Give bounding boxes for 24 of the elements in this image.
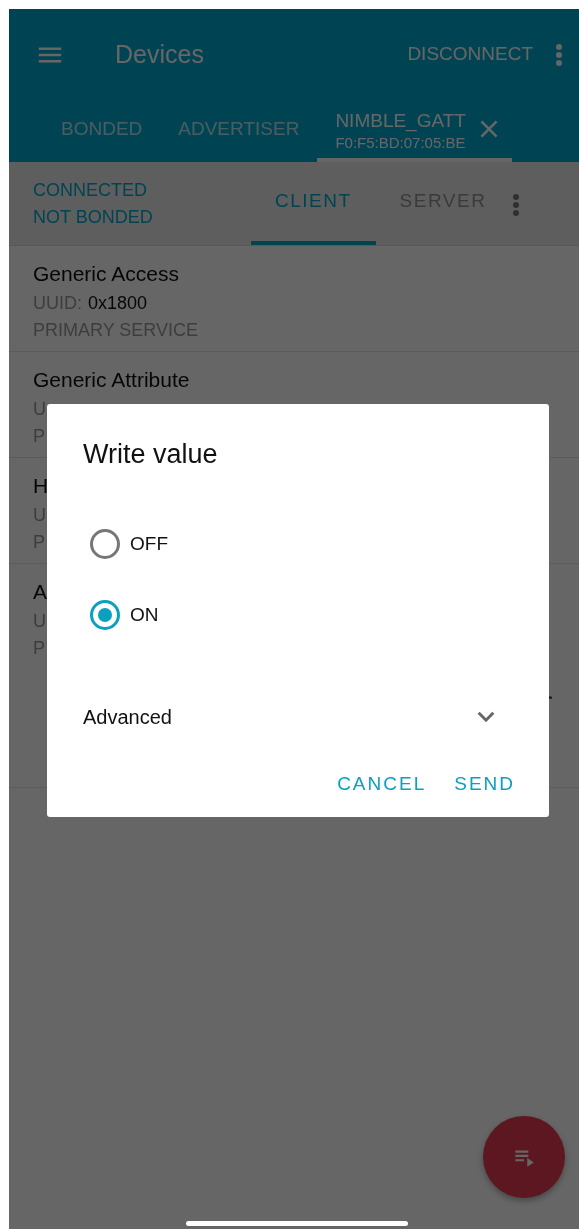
device-tab[interactable]: BONDED <box>43 100 161 162</box>
option-label: ON <box>130 602 159 627</box>
role-tab[interactable]: CLIENT <box>251 162 376 245</box>
device-tab[interactable]: ADVERTISER <box>160 100 318 162</box>
send-button[interactable]: SEND <box>454 765 515 802</box>
dialog-title: Write value <box>83 438 219 471</box>
app-title: Devices <box>115 38 205 70</box>
uuid-value: 0x1800 <box>88 291 148 315</box>
service-name: Generic Attribute <box>33 367 190 393</box>
radio-option[interactable]: ON <box>90 579 159 651</box>
option-label: OFF <box>130 531 168 556</box>
service-name: H <box>33 473 49 499</box>
radio-button[interactable] <box>90 529 120 559</box>
service-name: Generic Access <box>33 261 179 287</box>
radio-button[interactable] <box>90 600 120 630</box>
radio-option[interactable]: OFF <box>90 508 168 580</box>
playlist-button[interactable] <box>483 1116 565 1198</box>
more-options-icon[interactable] <box>512 191 521 219</box>
disconnect-button[interactable]: DISCONNECT <box>407 40 533 69</box>
service-name: A <box>33 579 47 605</box>
connection-status: CONNECTED <box>33 178 148 202</box>
cancel-button[interactable]: CANCEL <box>337 765 427 802</box>
bond-status: NOT BONDED <box>33 205 154 229</box>
advanced-toggle[interactable]: Advanced <box>83 689 515 744</box>
